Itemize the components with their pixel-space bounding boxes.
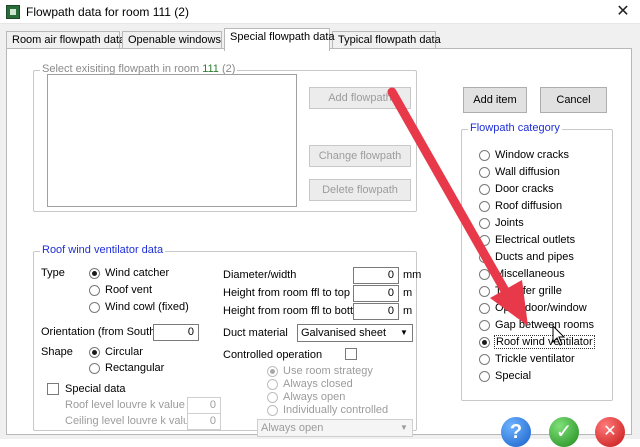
tab-panel: Select exisiting flowpath in room 111 (2… bbox=[6, 48, 632, 447]
control-mode-value: Always open bbox=[261, 422, 324, 434]
controlled-operation-checkbox[interactable] bbox=[345, 348, 357, 360]
roof-k-input[interactable]: 0 bbox=[187, 397, 221, 414]
category-radio-joints[interactable] bbox=[479, 218, 490, 229]
duct-material-label: Duct material bbox=[223, 327, 288, 339]
top-height-label: Height from room ffl to top bbox=[223, 287, 350, 299]
category-label-roof-diffusion: Roof diffusion bbox=[495, 200, 563, 212]
dialog-body: Room air flowpath data Openable windows … bbox=[0, 24, 640, 447]
roof-wind-ventilator-legend: Roof wind ventilator data bbox=[40, 244, 166, 256]
add-flowpath-button[interactable]: Add flowpath bbox=[309, 87, 411, 109]
duct-material-select[interactable]: Galvanised sheet ▼ bbox=[297, 324, 413, 342]
category-radio-door-cracks[interactable] bbox=[479, 184, 490, 195]
category-label-roof-wind-ventilator: Roof wind ventilator bbox=[494, 335, 595, 349]
category-radio-miscellaneous[interactable] bbox=[479, 269, 490, 280]
category-radio-special[interactable] bbox=[479, 371, 490, 382]
category-label-door-cracks: Door cracks bbox=[495, 183, 554, 195]
control-radio-use-room-strategy[interactable] bbox=[267, 366, 278, 377]
delete-flowpath-button[interactable]: Delete flowpath bbox=[309, 179, 411, 201]
duct-material-value: Galvanised sheet bbox=[301, 327, 386, 339]
controlled-operation-label: Controlled operation bbox=[223, 349, 323, 361]
category-label-ducts-and-pipes: Ducts and pipes bbox=[495, 251, 574, 263]
window-title: Flowpath data for room 111 (2) bbox=[26, 5, 189, 19]
flowpath-category-legend: Flowpath category bbox=[468, 122, 562, 134]
app-icon bbox=[6, 5, 20, 19]
category-label-wall-diffusion: Wall diffusion bbox=[495, 166, 560, 178]
cancel-button[interactable]: Cancel bbox=[540, 87, 607, 113]
top-height-unit: m bbox=[403, 287, 413, 299]
top-height-input[interactable]: 0 bbox=[353, 285, 399, 302]
type-label-roof-vent: Roof vent bbox=[105, 284, 153, 296]
shape-radio-rectangular[interactable] bbox=[89, 363, 100, 374]
ceiling-k-label: Ceiling level louvre k value bbox=[65, 415, 196, 427]
category-label-transfer-grille: Transfer grille bbox=[495, 285, 562, 297]
type-label-wind-cowl-fixed: Wind cowl (fixed) bbox=[105, 301, 189, 313]
category-label-trickle-ventilator: Trickle ventilator bbox=[495, 353, 575, 365]
tab-special-flowpath-data[interactable]: Special flowpath data bbox=[224, 28, 335, 51]
roof-k-label: Roof level louvre k value bbox=[65, 399, 185, 411]
control-label-always-closed: Always closed bbox=[283, 378, 353, 390]
title-bar: Flowpath data for room 111 (2) ✕ bbox=[0, 0, 640, 24]
control-radio-always-open[interactable] bbox=[267, 392, 278, 403]
category-radio-transfer-grille[interactable] bbox=[479, 286, 490, 297]
category-radio-trickle-ventilator[interactable] bbox=[479, 354, 490, 365]
existing-flowpath-list[interactable] bbox=[47, 74, 297, 207]
control-label-always-open: Always open bbox=[283, 391, 346, 403]
category-radio-roof-diffusion[interactable] bbox=[479, 201, 490, 212]
control-label-use-room-strategy: Use room strategy bbox=[283, 365, 373, 377]
category-radio-open-door-window[interactable] bbox=[479, 303, 490, 314]
special-data-label: Special data bbox=[65, 383, 126, 395]
category-label-special: Special bbox=[495, 370, 532, 382]
diameter-input[interactable]: 0 bbox=[353, 267, 399, 284]
control-radio-individually-controlled[interactable] bbox=[267, 405, 278, 416]
ok-button[interactable]: ✓ bbox=[549, 417, 579, 447]
diameter-label: Diameter/width bbox=[223, 269, 297, 281]
control-label-individually-controlled: Individually controlled bbox=[283, 404, 389, 416]
chevron-down-icon: ▼ bbox=[400, 423, 408, 432]
window-close-button[interactable]: ✕ bbox=[612, 2, 634, 22]
category-radio-window-cracks[interactable] bbox=[479, 150, 490, 161]
type-radio-wind-catcher[interactable] bbox=[89, 268, 100, 279]
category-label-window-cracks: Window cracks bbox=[495, 149, 569, 161]
shape-label-rectangular: Rectangular bbox=[105, 362, 165, 374]
change-flowpath-button[interactable]: Change flowpath bbox=[309, 145, 411, 167]
category-radio-electrical-outlets[interactable] bbox=[479, 235, 490, 246]
category-radio-gap-between-rooms[interactable] bbox=[479, 320, 490, 331]
bottom-height-unit: m bbox=[403, 305, 413, 317]
shape-label-circular: Circular bbox=[105, 346, 143, 358]
orientation-input[interactable]: 0 bbox=[153, 324, 199, 341]
bottom-height-label: Height from room ffl to bottom bbox=[223, 305, 369, 317]
special-data-checkbox[interactable] bbox=[47, 383, 59, 395]
category-radio-wall-diffusion[interactable] bbox=[479, 167, 490, 178]
ceiling-k-input[interactable]: 0 bbox=[187, 413, 221, 430]
help-button[interactable]: ? bbox=[501, 417, 531, 447]
shape-radio-circular[interactable] bbox=[89, 347, 100, 358]
diameter-unit: mm bbox=[403, 269, 422, 281]
category-label-miscellaneous: Miscellaneous bbox=[495, 268, 565, 280]
category-label-gap-between-rooms: Gap between rooms bbox=[495, 319, 595, 331]
control-radio-always-closed[interactable] bbox=[267, 379, 278, 390]
chevron-down-icon: ▼ bbox=[400, 328, 408, 337]
bottom-height-input[interactable]: 0 bbox=[353, 303, 399, 320]
category-label-joints: Joints bbox=[495, 217, 524, 229]
type-label-wind-catcher: Wind catcher bbox=[105, 267, 170, 279]
orientation-label: Orientation (from South) bbox=[41, 326, 159, 338]
category-label-open-door-window: Open door/window bbox=[495, 302, 587, 314]
control-mode-select[interactable]: Always open ▼ bbox=[257, 419, 413, 437]
shape-label: Shape bbox=[41, 346, 73, 358]
category-radio-roof-wind-ventilator[interactable] bbox=[479, 337, 490, 348]
category-label-electrical-outlets: Electrical outlets bbox=[495, 234, 576, 246]
type-radio-roof-vent[interactable] bbox=[89, 285, 100, 296]
add-item-button[interactable]: Add item bbox=[463, 87, 527, 113]
type-label: Type bbox=[41, 267, 65, 279]
type-radio-wind-cowl-fixed[interactable] bbox=[89, 302, 100, 313]
close-dialog-button[interactable]: ✕ bbox=[595, 417, 625, 447]
category-radio-ducts-and-pipes[interactable] bbox=[479, 252, 490, 263]
